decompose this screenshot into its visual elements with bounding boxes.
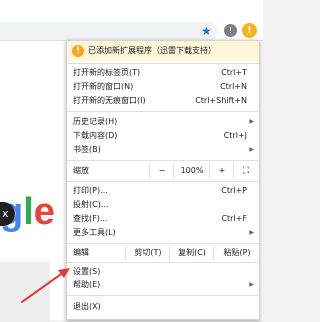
menu-divider <box>67 295 259 296</box>
menu-item-shortcut: Ctrl+Shift+N <box>195 96 247 105</box>
menu-item-new-incognito[interactable]: 打开新的无痕窗口(I) Ctrl+Shift+N <box>67 95 259 107</box>
address-bar[interactable] <box>0 22 218 40</box>
submenu-arrow-icon: ▶ <box>249 229 254 236</box>
menu-item-label: 打开新的窗口(N) <box>73 82 134 91</box>
menu-item-print[interactable]: 打印(P)... Ctrl+P <box>67 185 259 197</box>
extension-added-notice[interactable]: ! 已添加新扩展程序（迅雷下载支持） <box>67 41 259 61</box>
menu-item-help[interactable]: 帮助(E) ▶ <box>67 279 259 291</box>
edit-control: 编辑 剪切(T) 复制(C) 粘贴(P) <box>67 246 259 260</box>
menu-item-exit[interactable]: 退出(X) <box>67 301 259 313</box>
menu-alert-button[interactable]: ! <box>242 23 257 38</box>
page-sidebar-strip <box>0 262 50 322</box>
menu-item-label: 退出(X) <box>73 302 101 311</box>
menu-divider <box>67 160 259 161</box>
zoom-control: 缩放 − 100% + ⛶ <box>67 164 259 178</box>
menu-item-shortcut: Ctrl+J <box>223 131 247 140</box>
menu-item-more-tools[interactable]: 更多工具(L) ▶ <box>67 227 259 239</box>
bookmark-star-icon[interactable]: ★ <box>201 22 212 40</box>
zoom-out-button[interactable]: − <box>149 164 174 178</box>
extension-icon[interactable]: ! <box>224 24 237 37</box>
edit-label: 编辑 <box>73 248 89 257</box>
menu-item-cast[interactable]: 投射(C)... <box>67 199 259 211</box>
menu-item-label: 查找(F)... <box>73 214 108 223</box>
menu-item-bookmarks[interactable]: 书签(B) ▶ <box>67 144 259 156</box>
menu-item-downloads[interactable]: 下载内容(D) Ctrl+J <box>67 130 259 142</box>
menu-item-shortcut: Ctrl+T <box>221 68 247 77</box>
menu-item-new-window[interactable]: 打开新的窗口(N) Ctrl+N <box>67 81 259 93</box>
menu-divider <box>67 111 259 112</box>
menu-divider <box>67 181 259 182</box>
menu-item-history[interactable]: 历史记录(H) ▶ <box>67 116 259 128</box>
menu-item-label: 帮助(E) <box>73 280 101 289</box>
menu-item-label: 投射(C)... <box>73 200 109 209</box>
menu-divider <box>67 63 259 64</box>
cut-button[interactable]: 剪切(T) <box>125 246 170 260</box>
menu-item-label: 打开新的无痕窗口(I) <box>73 96 146 105</box>
submenu-arrow-icon: ▶ <box>249 118 254 125</box>
menu-item-label: 打印(P)... <box>73 186 108 195</box>
notice-text: 已添加新扩展程序（迅雷下载支持） <box>88 46 216 55</box>
browser-toolbar: ★ ! ! <box>0 0 263 41</box>
zoom-level: 100% <box>173 164 210 178</box>
zoom-in-button[interactable]: + <box>209 164 234 178</box>
menu-item-shortcut: Ctrl+N <box>220 82 247 91</box>
menu-divider <box>67 262 259 263</box>
zoom-label: 缩放 <box>73 166 89 175</box>
copy-button[interactable]: 复制(C) <box>169 246 214 260</box>
menu-item-settings[interactable]: 设置(S) <box>67 266 259 278</box>
logo-letter: l <box>23 191 34 233</box>
warning-icon: ! <box>72 45 84 57</box>
menu-item-shortcut: Ctrl+P <box>221 186 247 195</box>
browser-main-menu: ! 已添加新扩展程序（迅雷下载支持） 打开新的标签页(T) Ctrl+T 打开新… <box>66 40 260 320</box>
logo-letter: e <box>33 191 55 233</box>
paste-button[interactable]: 粘贴(P) <box>213 246 260 260</box>
menu-item-label: 打开新的标签页(T) <box>73 68 141 77</box>
submenu-arrow-icon: ▶ <box>249 281 254 288</box>
menu-item-label: 下载内容(D) <box>73 131 118 140</box>
fullscreen-icon[interactable]: ⛶ <box>233 164 258 178</box>
menu-item-label: 更多工具(L) <box>73 228 116 237</box>
menu-item-label: 设置(S) <box>73 267 101 276</box>
menu-divider <box>67 243 259 244</box>
menu-item-label: 书签(B) <box>73 145 101 154</box>
menu-item-new-tab[interactable]: 打开新的标签页(T) Ctrl+T <box>67 67 259 79</box>
menu-item-find[interactable]: 查找(F)... Ctrl+F <box>67 213 259 225</box>
submenu-arrow-icon: ▶ <box>249 146 254 153</box>
menu-item-label: 历史记录(H) <box>73 117 118 126</box>
menu-item-shortcut: Ctrl+F <box>221 214 247 223</box>
